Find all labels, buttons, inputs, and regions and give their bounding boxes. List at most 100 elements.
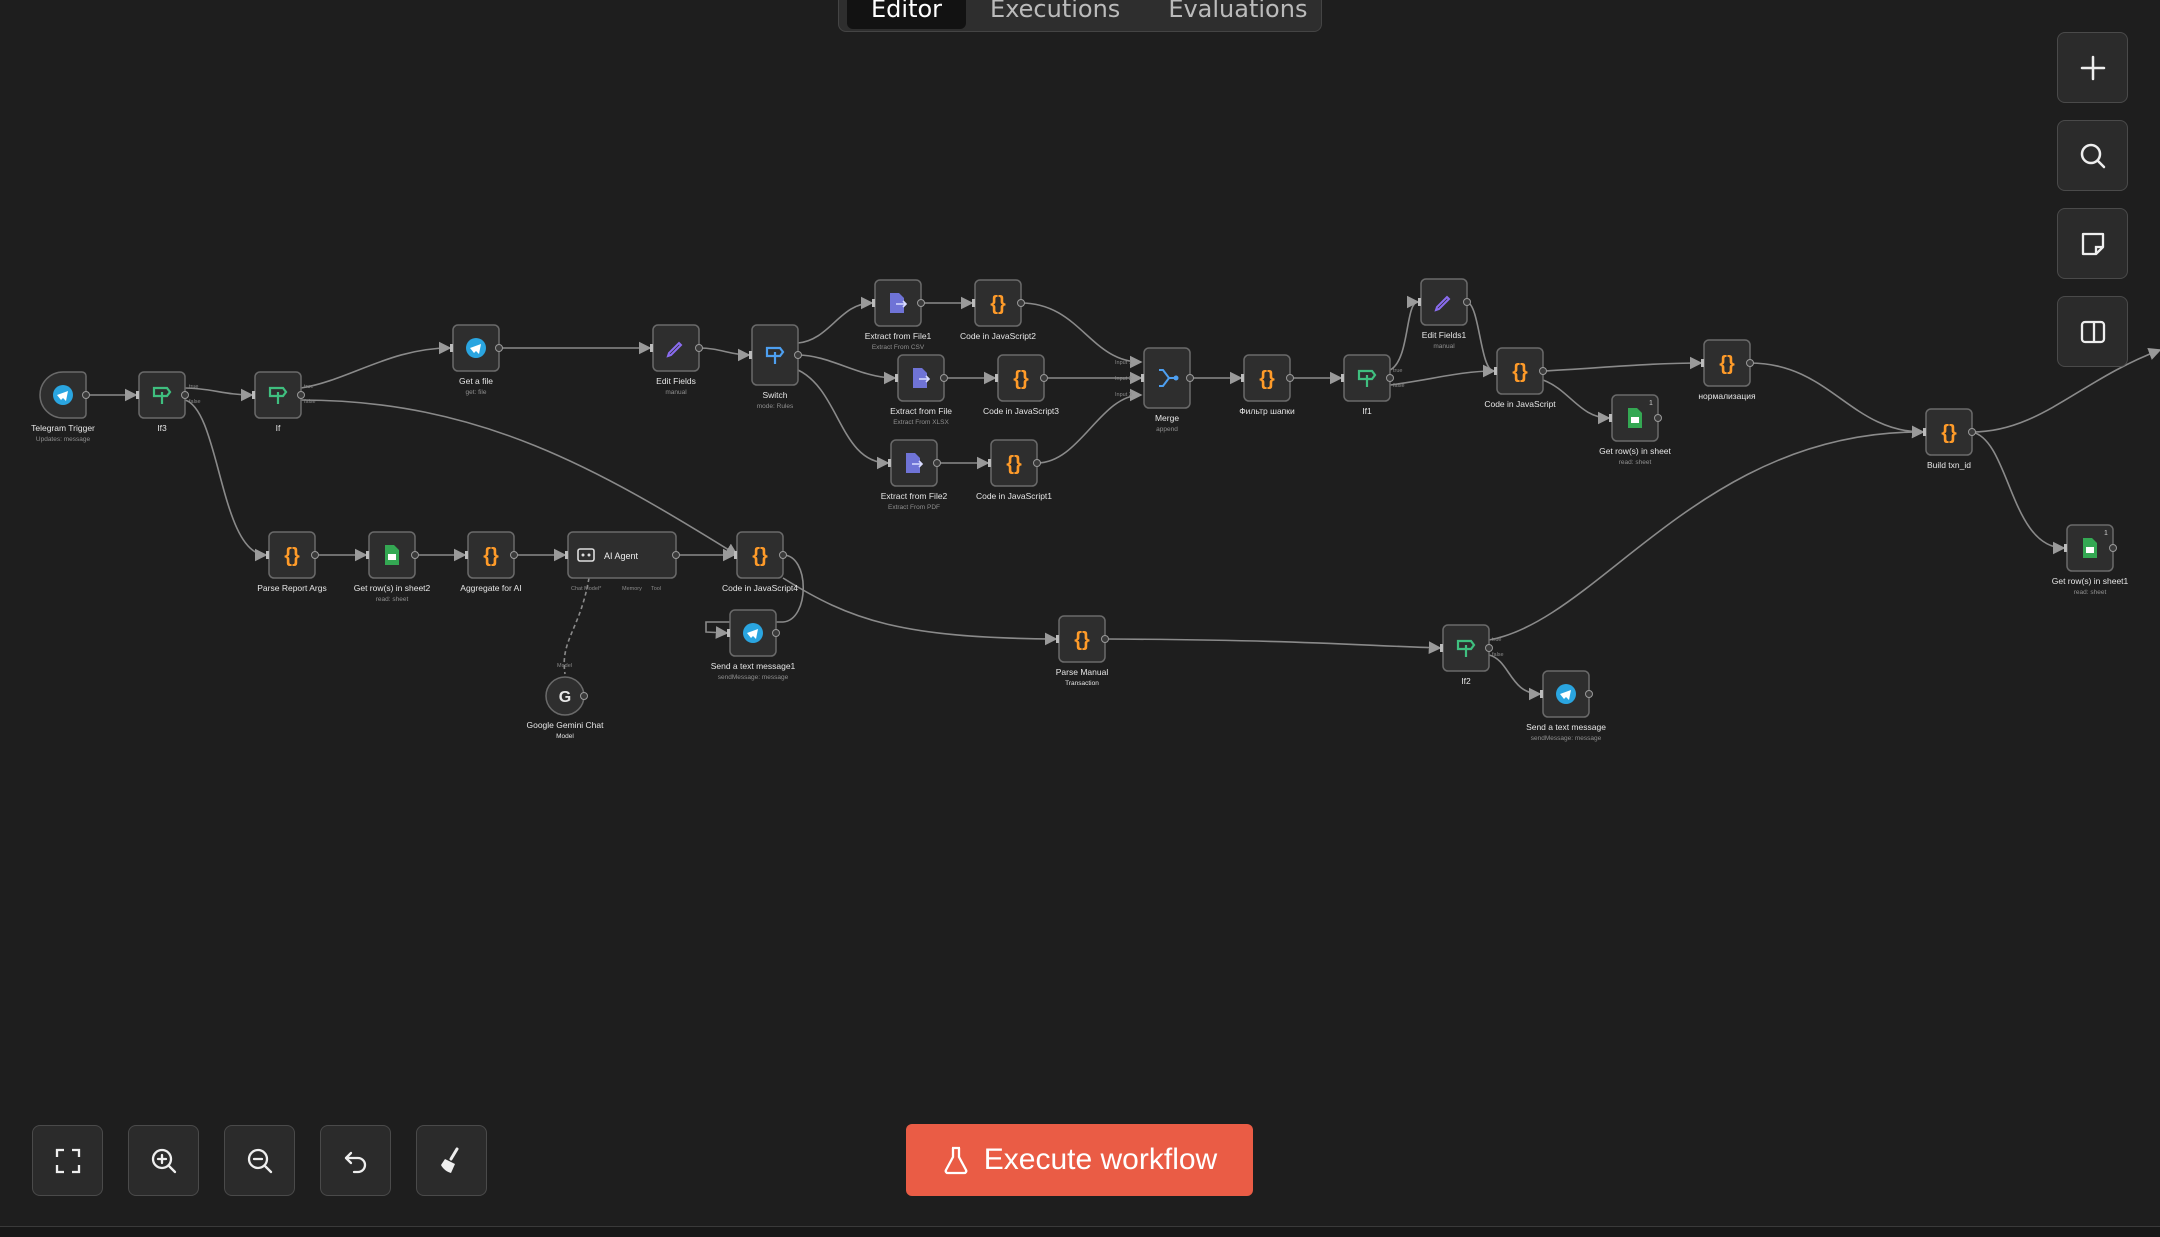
input-handle[interactable] — [888, 459, 891, 467]
input-handle[interactable] — [565, 551, 568, 559]
input-handle[interactable] — [734, 551, 737, 559]
tab-editor[interactable]: Editor — [847, 0, 967, 29]
input-handle[interactable] — [1056, 635, 1059, 643]
node-ai-agent[interactable]: AI Agent — [565, 531, 680, 579]
output-handle[interactable] — [1033, 459, 1041, 467]
output-handle[interactable] — [2109, 544, 2117, 552]
workflow-canvas[interactable]: Telegram Trigger Updates: message If3 If Get… — [0, 0, 2160, 1236]
node-aggregate[interactable]: {} Aggregate for AI — [460, 531, 522, 593]
node-if1[interactable]: If1 — [1341, 354, 1394, 416]
node-parse-report[interactable]: {} Parse Report Args — [257, 531, 327, 593]
node-extract[interactable]: Extract from File Extract From XLSX — [890, 354, 952, 426]
input-handle[interactable] — [895, 374, 898, 382]
node-code1[interactable]: {} Code in JavaScript1 — [976, 439, 1052, 501]
output-handle[interactable] — [1485, 644, 1493, 652]
input-handle[interactable] — [1241, 374, 1244, 382]
output-handle[interactable] — [82, 391, 90, 399]
node-build-txn[interactable]: {} Build txn_id — [1923, 408, 1976, 470]
input-handle[interactable] — [650, 344, 653, 352]
output-handle[interactable] — [1654, 414, 1662, 422]
node-code4[interactable]: {} Code in JavaScript4 — [722, 531, 798, 593]
output-handle[interactable] — [779, 551, 787, 559]
input-handle[interactable] — [450, 344, 453, 352]
output-handle[interactable] — [411, 551, 419, 559]
tidy-up-button[interactable] — [416, 1125, 487, 1196]
output-handle[interactable] — [1386, 374, 1394, 382]
node-filter[interactable]: {} Фильтр шапки — [1239, 354, 1295, 416]
input-handle[interactable] — [252, 391, 255, 399]
node-switch[interactable]: Switch mode: Rules — [749, 324, 802, 410]
output-handle[interactable] — [1040, 374, 1048, 382]
node-if2[interactable]: If2 — [1440, 624, 1493, 686]
output-handle[interactable] — [933, 459, 941, 467]
input-handle[interactable] — [749, 351, 752, 359]
input-handle[interactable] — [1440, 644, 1443, 652]
input-handle[interactable] — [972, 299, 975, 307]
node-normalize[interactable]: {} нормализация — [1698, 339, 1756, 401]
output-handle[interactable] — [495, 344, 503, 352]
output-handle[interactable] — [580, 692, 588, 700]
zoom-in-button[interactable] — [128, 1125, 199, 1196]
node-code2[interactable]: {} Code in JavaScript2 — [960, 279, 1036, 341]
input-handle[interactable] — [727, 629, 730, 637]
input-handle[interactable] — [1494, 367, 1497, 375]
input-handle[interactable] — [136, 391, 139, 399]
search-nodes-button[interactable] — [2057, 120, 2128, 191]
input-handle[interactable] — [872, 299, 875, 307]
toggle-panel-button[interactable] — [2057, 296, 2128, 367]
input-handle[interactable] — [465, 551, 468, 559]
output-handle[interactable] — [1101, 635, 1109, 643]
tab-executions[interactable]: Executions — [966, 0, 1144, 29]
input-handle[interactable] — [1418, 298, 1421, 306]
input-handle[interactable] — [366, 551, 369, 559]
output-handle[interactable] — [1585, 690, 1593, 698]
output-handle[interactable] — [1286, 374, 1294, 382]
node-edit-fields1[interactable]: Edit Fields1 manual — [1418, 278, 1471, 350]
output-handle[interactable] — [672, 551, 680, 559]
node-get-rows-sheet1[interactable]: Get row(s) in sheet1 read: sheet 1 — [2052, 524, 2129, 596]
output-handle[interactable] — [940, 374, 948, 382]
input-handle[interactable] — [2064, 544, 2067, 552]
node-extract2[interactable]: Extract from File2 Extract From PDF — [881, 439, 948, 511]
input-handle[interactable] — [1341, 374, 1344, 382]
tab-evaluations[interactable]: Evaluations — [1144, 0, 1331, 29]
input-handle[interactable] — [1701, 359, 1704, 367]
output-handle[interactable] — [510, 551, 518, 559]
input-handle[interactable] — [1609, 414, 1612, 422]
input-handle[interactable] — [995, 374, 998, 382]
undo-button[interactable] — [320, 1125, 391, 1196]
node-if[interactable]: If — [252, 371, 305, 433]
output-handle[interactable] — [695, 344, 703, 352]
node-gemini[interactable]: G Google Gemini Chat Model — [526, 676, 604, 740]
input-handle[interactable] — [1141, 374, 1144, 382]
zoom-out-button[interactable] — [224, 1125, 295, 1196]
output-handle[interactable] — [1968, 428, 1976, 436]
output-handle[interactable] — [772, 629, 780, 637]
output-handle[interactable] — [1463, 298, 1471, 306]
add-node-button[interactable] — [2057, 32, 2128, 103]
input-handle[interactable] — [1923, 428, 1926, 436]
output-handle[interactable] — [181, 391, 189, 399]
node-get-rows-sheet[interactable]: Get row(s) in sheet read: sheet 1 — [1599, 394, 1672, 466]
output-handle[interactable] — [297, 391, 305, 399]
execute-workflow-button[interactable]: Execute workflow — [906, 1124, 1253, 1196]
fit-view-button[interactable] — [32, 1125, 103, 1196]
node-get-file[interactable]: Get a file get: file — [450, 324, 503, 396]
node-if3[interactable]: If3 — [136, 371, 189, 433]
node-telegram-trigger[interactable]: Telegram Trigger Updates: message — [31, 371, 95, 443]
add-sticky-note-button[interactable] — [2057, 208, 2128, 279]
node-edit-fields[interactable]: Edit Fields manual — [650, 324, 703, 396]
node-send-msg1[interactable]: Send a text message1 sendMessage: message — [711, 609, 796, 681]
input-handle[interactable] — [1540, 690, 1543, 698]
node-extract1[interactable]: Extract from File1 Extract From CSV — [865, 279, 932, 351]
node-code[interactable]: {} Code in JavaScript — [1484, 347, 1556, 409]
node-code3[interactable]: {} Code in JavaScript3 — [983, 354, 1059, 416]
input-handle[interactable] — [266, 551, 269, 559]
output-handle[interactable] — [917, 299, 925, 307]
output-handle[interactable] — [794, 351, 802, 359]
output-handle[interactable] — [1539, 367, 1547, 375]
output-handle[interactable] — [1186, 374, 1194, 382]
output-handle[interactable] — [1746, 359, 1754, 367]
node-merge[interactable]: Merge append — [1141, 347, 1194, 433]
node-parse-manual[interactable]: {} Parse Manual Transaction — [1056, 615, 1109, 687]
